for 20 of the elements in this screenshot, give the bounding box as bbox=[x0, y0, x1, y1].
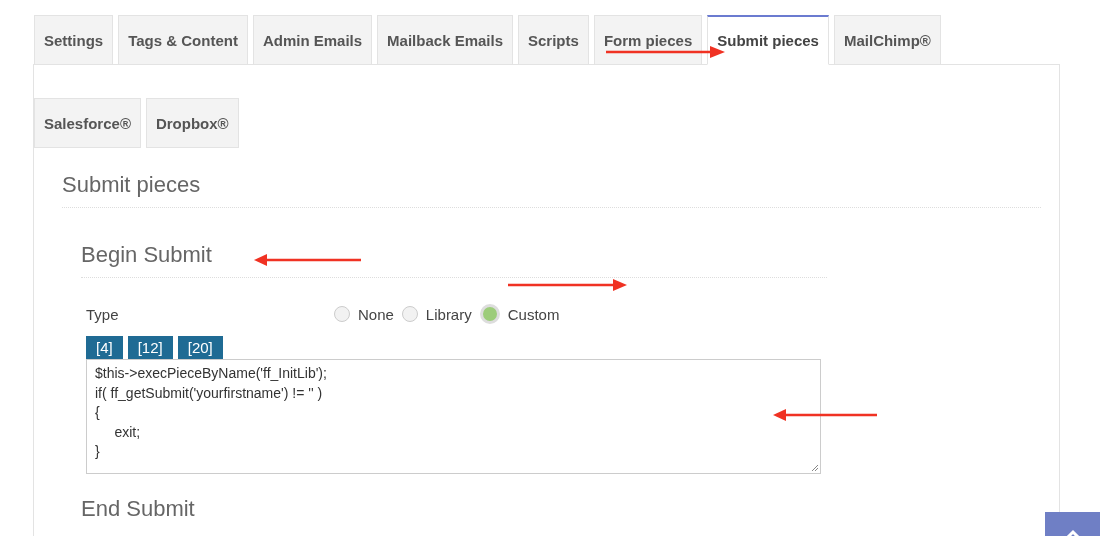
tab[interactable]: Scripts bbox=[518, 15, 589, 65]
indent-button[interactable]: [20] bbox=[177, 336, 223, 359]
type-label: Type bbox=[86, 305, 120, 323]
radio-label[interactable]: None bbox=[358, 305, 394, 323]
tab[interactable]: Form pieces bbox=[593, 15, 703, 65]
indent-button[interactable]: [12] bbox=[127, 336, 173, 359]
tab[interactable]: Tags & Content bbox=[118, 15, 248, 65]
tab[interactable]: MailChimp® bbox=[833, 15, 941, 65]
radio-label[interactable]: Custom bbox=[507, 305, 560, 323]
tab[interactable]: Admin Emails bbox=[252, 15, 373, 65]
tab[interactable]: Mailback Emails bbox=[377, 15, 513, 65]
code-field[interactable]: $this->execPieceByName('ff_InitLib'); if( ff_getSubmit('yourfirstname') != '' ) { exit; } bbox=[86, 359, 821, 474]
panel-title: Submit pieces bbox=[62, 172, 1041, 208]
indent-button[interactable]: [4] bbox=[86, 336, 123, 359]
tab[interactable]: Settings bbox=[34, 15, 114, 65]
tab[interactable]: Dropbox® bbox=[145, 98, 239, 148]
tab[interactable]: Submit pieces bbox=[707, 15, 829, 65]
section-title: End Submit bbox=[81, 496, 196, 522]
tab[interactable]: Salesforce® bbox=[34, 98, 141, 148]
radio-label[interactable]: Library bbox=[425, 305, 472, 323]
